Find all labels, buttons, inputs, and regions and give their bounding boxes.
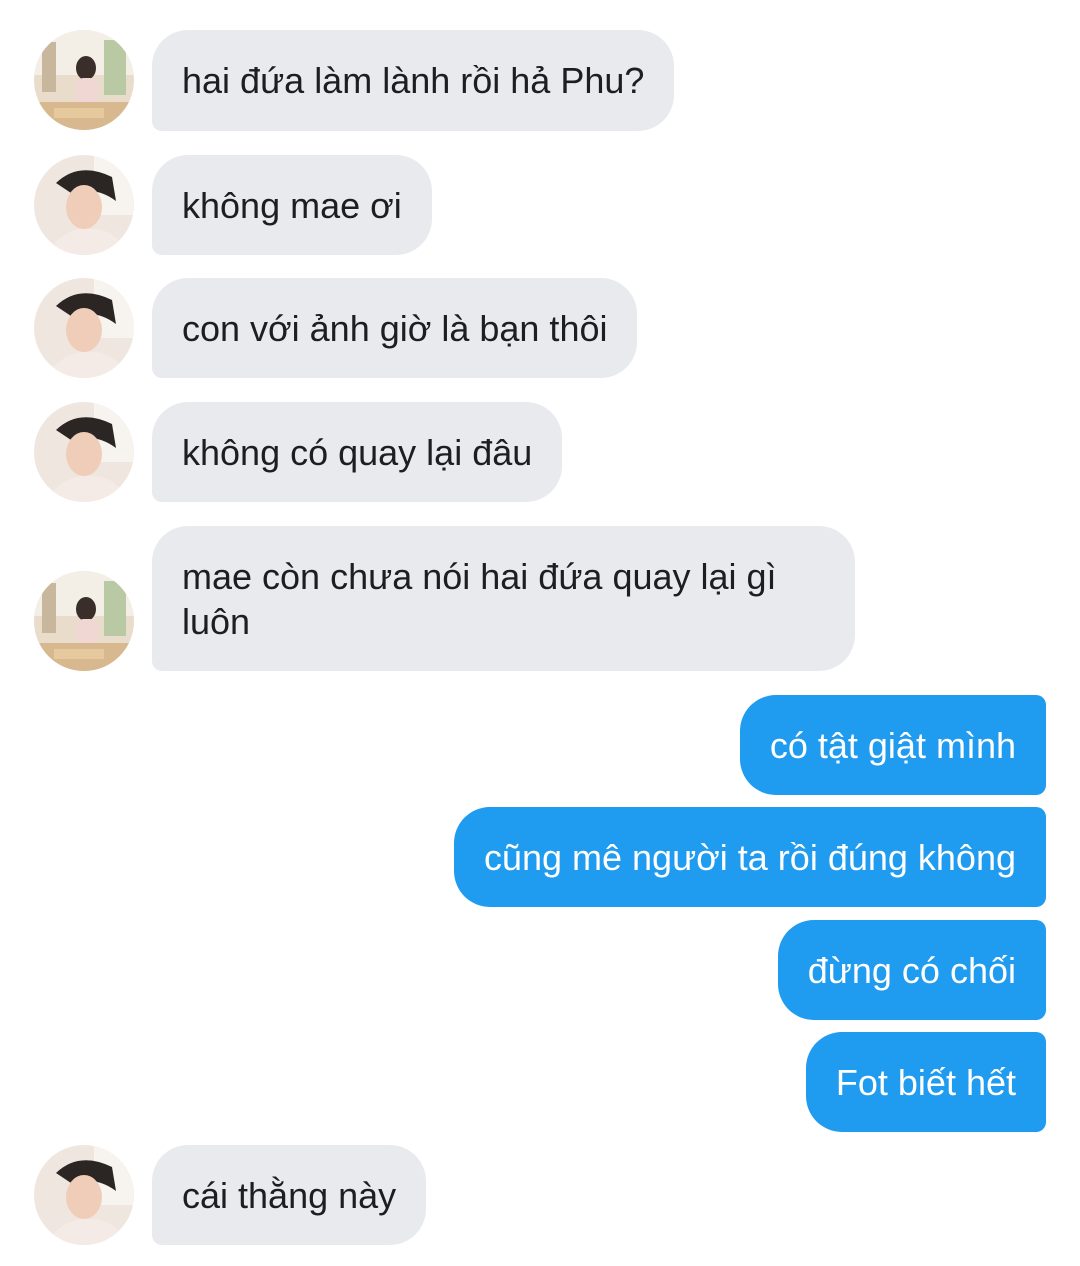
message-bubble-incoming[interactable]: con với ảnh giờ là bạn thôi bbox=[152, 278, 638, 378]
mae-avatar[interactable] bbox=[34, 30, 134, 130]
message-bubble-outgoing[interactable]: có tật giật mình bbox=[739, 695, 1046, 795]
message-bubble-incoming[interactable]: hai đứa làm lành rồi hả Phu? bbox=[152, 30, 675, 131]
message-bubble-incoming[interactable]: cái thằng này bbox=[152, 1145, 427, 1245]
message-bubble-incoming[interactable]: không mae ơi bbox=[152, 155, 432, 255]
message-bubble-outgoing[interactable]: cũng mê người ta rồi đúng không bbox=[453, 807, 1046, 907]
chat-thread: hai đứa làm lành rồi hả Phu? không mae ơ… bbox=[0, 0, 1080, 1266]
phu-avatar[interactable] bbox=[34, 278, 134, 378]
phu-avatar[interactable] bbox=[34, 155, 134, 255]
message-bubble-outgoing[interactable]: Fot biết hết bbox=[805, 1032, 1046, 1132]
message-bubble-incoming[interactable]: mae còn chưa nói hai đứa quay lại gì luô… bbox=[152, 526, 855, 671]
phu-avatar[interactable] bbox=[34, 1145, 134, 1245]
mae-avatar[interactable] bbox=[34, 571, 134, 671]
message-bubble-incoming[interactable]: không có quay lại đâu bbox=[152, 402, 563, 502]
message-bubble-outgoing[interactable]: đừng có chối bbox=[777, 920, 1046, 1020]
phu-avatar[interactable] bbox=[34, 402, 134, 502]
